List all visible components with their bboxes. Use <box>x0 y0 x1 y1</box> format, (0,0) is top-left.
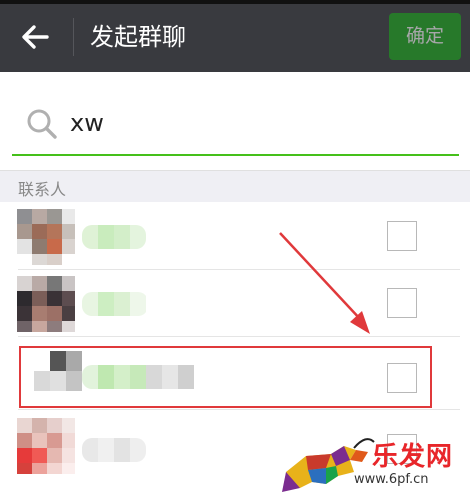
watermark-url: www.6pf.cn <box>354 472 429 487</box>
annotation-arrow-icon <box>279 232 370 334</box>
bull-logo-icon <box>282 438 375 492</box>
watermark-brand: 乐发网 <box>372 442 454 472</box>
